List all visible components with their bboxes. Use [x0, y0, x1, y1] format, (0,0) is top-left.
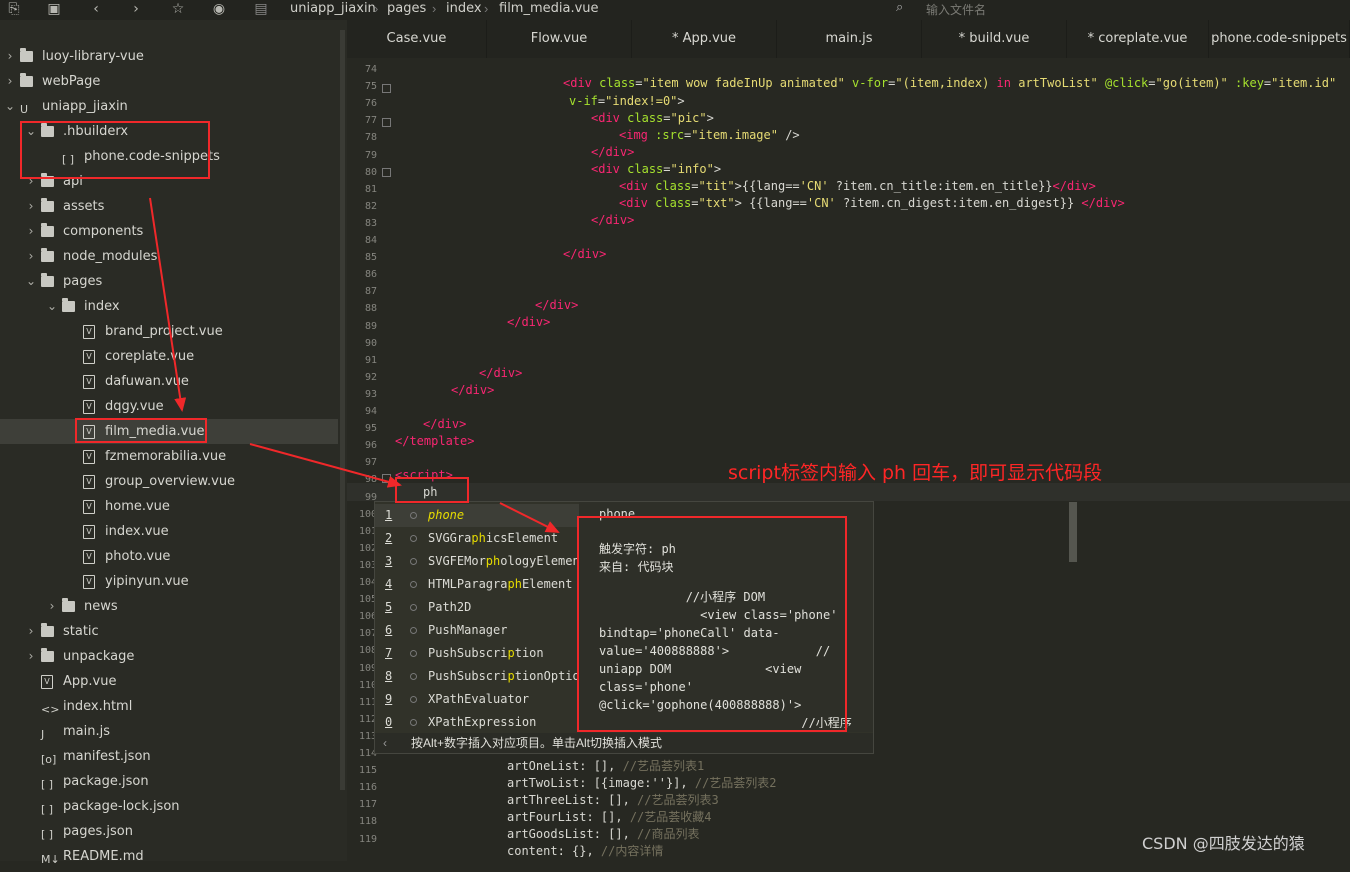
arrow-to-film-media: [149, 197, 187, 412]
arrow-to-ph: [249, 443, 402, 488]
annotation-text: script标签内输入 ph 回车，即可显示代码段: [728, 462, 1103, 484]
arrow-to-snippet: [499, 502, 560, 533]
annotation-arrows: [149, 197, 560, 533]
watermark: CSDN @四肢发达的猿: [1142, 834, 1305, 853]
